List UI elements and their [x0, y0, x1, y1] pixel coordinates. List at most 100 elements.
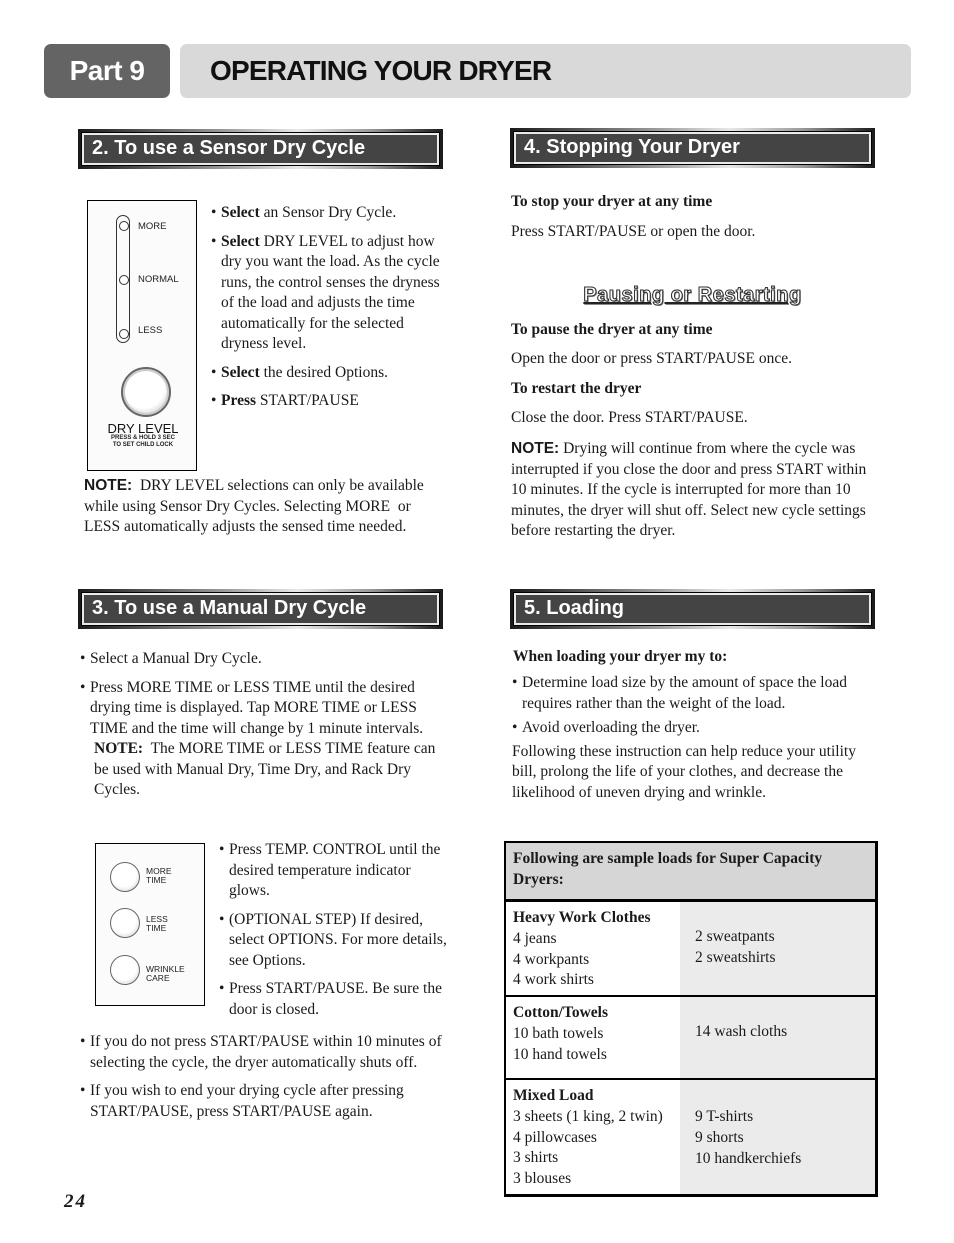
sensor-step: Press START/PAUSE	[211, 391, 446, 412]
sensor-step: Select the desired Options.	[211, 363, 446, 384]
load-item: 10 hand towels	[513, 1045, 607, 1063]
more-time-label: MORE TIME	[146, 867, 172, 885]
load-item: 10 bath towels	[513, 1024, 604, 1042]
load-items-right: 14 wash cloths	[680, 997, 875, 1078]
load-item: 4 workpants	[513, 950, 590, 968]
table-row: Mixed Load 3 sheets (1 king, 2 twin) 4 p…	[506, 1080, 875, 1194]
less-time-label: LESS TIME	[146, 915, 168, 933]
child-lock-line-2: TO SET CHILD LOCK	[112, 442, 174, 448]
level-label-less: LESS	[138, 325, 163, 336]
stop-title: To stop your dryer at any time	[511, 193, 713, 210]
wrinkle-care-label: WRINKLE CARE	[146, 965, 185, 983]
load-category: Mixed Load	[513, 1087, 594, 1104]
manual-steps-top: Select a Manual Dry Cycle. Press MORE TI…	[80, 649, 445, 801]
manual-step: Select a Manual Dry Cycle.	[80, 649, 445, 670]
load-category: Cotton/Towels	[513, 1004, 609, 1021]
manual-step: (OPTIONAL STEP) If desired, select OPTIO…	[219, 910, 447, 972]
label-line: TIME	[146, 923, 167, 933]
load-item: 2 sweatpants	[695, 928, 775, 945]
section-heading-stopping-text: 4. Stopping Your Dryer	[513, 131, 872, 165]
sensor-steps: Select an Sensor Dry Cycle. Select DRY L…	[211, 203, 446, 420]
page-number: 24	[64, 1191, 87, 1212]
sample-loads-table: Following are sample loads for Super Cap…	[504, 841, 878, 1197]
load-item: 4 pillowcases	[513, 1128, 597, 1146]
loading-bullet: Avoid overloading the dryer.	[512, 718, 877, 739]
step-text: the desired Options.	[259, 363, 389, 381]
load-items-right: 2 sweatpants 2 sweatshirts	[680, 902, 875, 995]
dry-level-button-label: DRY LEVEL	[107, 421, 179, 436]
step-text: DRY LEVEL to adjust how dry you want the…	[221, 232, 440, 353]
load-item: 10 handkerchiefs	[695, 1149, 802, 1167]
label-line: CARE	[146, 973, 170, 983]
restart-text: Close the door. Press START/PAUSE.	[511, 409, 748, 426]
manual-steps-side: Press TEMP. CONTROL until the desired te…	[219, 840, 447, 1028]
load-items-left: Heavy Work Clothes 4 jeans 4 workpants 4…	[506, 902, 680, 995]
note-label: NOTE:	[511, 440, 560, 457]
more-time-button-icon	[110, 862, 140, 892]
dry-level-button-sublabel: PRESS & HOLD 3 SEC TO SET CHILD LOCK	[88, 435, 198, 449]
stop-text: Press START/PAUSE or open the door.	[511, 223, 756, 240]
manual-steps-bottom: If you do not press START/PAUSE within 1…	[80, 1032, 448, 1130]
load-item: 4 work shirts	[513, 971, 594, 989]
note-text: DRY LEVEL selections can only be availab…	[84, 477, 428, 535]
less-time-button-icon	[110, 908, 140, 938]
led-more-icon	[119, 221, 129, 231]
load-item: 3 sheets (1 king, 2 twin)	[513, 1107, 663, 1125]
manual-controls-illustration: MORE TIME LESS TIME WRINKLE CARE	[95, 843, 205, 1006]
load-item: 9 shorts	[695, 1128, 744, 1146]
manual-step: If you do not press START/PAUSE within 1…	[80, 1032, 448, 1073]
section-heading-manual: 3. To use a Manual Dry Cycle	[78, 589, 443, 629]
stopping-note: NOTE: Drying will continue from where th…	[511, 439, 873, 542]
sensor-step: Select DRY LEVEL to adjust how dry you w…	[211, 232, 446, 355]
sensor-note: NOTE: DRY LEVEL selections can only be a…	[84, 476, 444, 538]
section-heading-stopping: 4. Stopping Your Dryer	[510, 128, 875, 168]
load-items-left: Mixed Load 3 sheets (1 king, 2 twin) 4 p…	[506, 1080, 680, 1194]
level-label-more: MORE	[138, 221, 167, 232]
loading-bullets: Determine load size by the amount of spa…	[512, 673, 877, 803]
load-category: Heavy Work Clothes	[513, 909, 651, 926]
note-text: Drying will continue from where the cycl…	[511, 440, 867, 539]
table-row: Heavy Work Clothes 4 jeans 4 workpants 4…	[506, 902, 875, 997]
note-label: NOTE:	[84, 477, 133, 494]
table-row: Cotton/Towels 10 bath towels 10 hand tow…	[506, 997, 875, 1080]
load-item: 2 sweatshirts	[695, 948, 776, 966]
manual-step: Press START/PAUSE. Be sure the door is c…	[219, 979, 447, 1020]
step-text: an Sensor Dry Cycle.	[259, 204, 397, 221]
load-item: 3 shirts	[513, 1149, 559, 1167]
load-item: 3 blouses	[513, 1170, 572, 1188]
wrinkle-care-button-icon	[110, 955, 140, 985]
manual-step: Press TEMP. CONTROL until the desired te…	[219, 840, 447, 902]
table-header: Following are sample loads for Super Cap…	[506, 843, 875, 902]
pausing-heading: Pausing or Restarting	[583, 284, 802, 307]
load-items-left: Cotton/Towels 10 bath towels 10 hand tow…	[506, 997, 680, 1078]
step-verb: Select	[221, 204, 260, 221]
section-heading-sensor: 2. To use a Sensor Dry Cycle	[78, 129, 443, 169]
load-items-right: 9 T-shirts 9 shorts 10 handkerchiefs	[680, 1080, 875, 1194]
label-line: TIME	[146, 875, 167, 885]
step-verb: Select	[221, 363, 260, 381]
note-label: NOTE:	[94, 740, 144, 757]
manual-step: Press MORE TIME or LESS TIME until the d…	[80, 678, 445, 801]
pause-text: Open the door or press START/PAUSE once.	[511, 350, 792, 367]
led-normal-icon	[119, 275, 129, 285]
section-heading-manual-text: 3. To use a Manual Dry Cycle	[81, 592, 440, 626]
manual-inline-note: NOTE: The MORE TIME or LESS TIME feature…	[90, 739, 445, 801]
led-less-icon	[119, 329, 129, 339]
child-lock-line-1: PRESS & HOLD 3 SEC	[110, 435, 175, 441]
manual-step-text: Press MORE TIME or LESS TIME until the d…	[90, 678, 424, 737]
dry-level-button-icon	[121, 367, 171, 417]
step-verb: Select	[221, 232, 260, 250]
level-label-normal: NORMAL	[138, 274, 179, 285]
part-label: Part 9	[44, 44, 170, 98]
section-heading-sensor-text: 2. To use a Sensor Dry Cycle	[81, 132, 440, 166]
restart-title: To restart the dryer	[511, 380, 642, 397]
step-text: START/PAUSE	[256, 392, 359, 409]
manual-step: If you wish to end your drying cycle aft…	[80, 1081, 448, 1122]
loading-intro-title: When loading your dryer my to:	[513, 648, 728, 665]
step-verb: Press	[221, 392, 257, 409]
page-title: OPERATING YOUR DRYER	[180, 44, 911, 98]
section-heading-loading-text: 5. Loading	[513, 592, 872, 626]
load-item: 9 T-shirts	[695, 1108, 754, 1125]
load-item: 14 wash cloths	[695, 1023, 788, 1040]
sensor-step: Select an Sensor Dry Cycle.	[211, 203, 446, 224]
